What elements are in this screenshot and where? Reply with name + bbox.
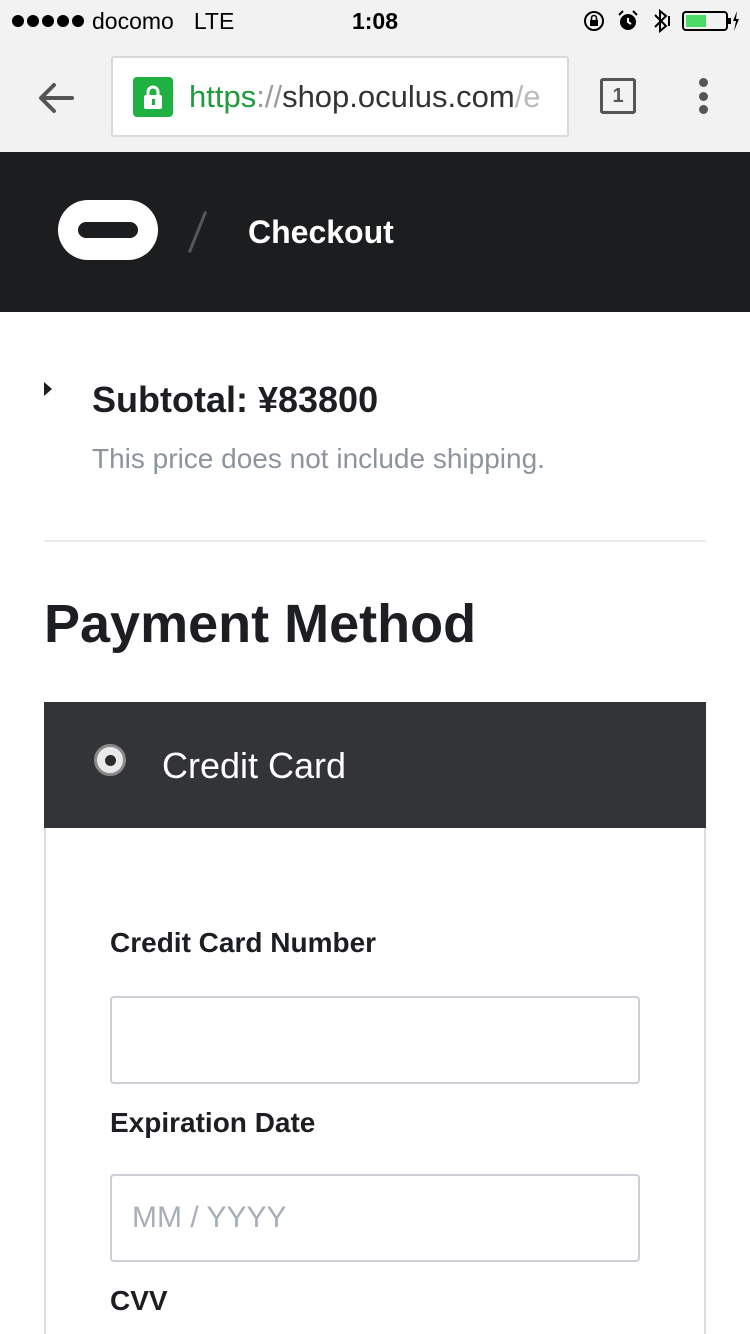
url-text: https://shop.oculus.com/e [189, 79, 541, 115]
oculus-logo[interactable] [58, 200, 158, 260]
expiration-date-input[interactable] [110, 1174, 640, 1262]
address-bar[interactable]: https://shop.oculus.com/e [111, 56, 569, 137]
lock-icon [133, 76, 173, 117]
credit-card-option-label: Credit Card [162, 745, 347, 786]
url-path: /e [514, 78, 541, 114]
expiration-date-label: Expiration Date [110, 1107, 316, 1138]
section-divider [44, 540, 706, 542]
breadcrumb-separator [187, 211, 208, 253]
tab-switcher-button[interactable]: 1 [600, 78, 636, 114]
alarm-icon [618, 10, 638, 30]
credit-card-option[interactable]: Credit Card [44, 702, 706, 828]
payment-method-heading: Payment Method [44, 594, 477, 654]
url-host: shop.oculus.com [282, 78, 515, 114]
page-title: Checkout [248, 214, 394, 250]
overflow-menu-icon[interactable] [694, 78, 712, 114]
expand-summary-icon[interactable] [44, 382, 52, 396]
status-bar-right [582, 6, 740, 36]
subtotal-toggle[interactable]: Subtotal: ¥83800 [92, 378, 378, 422]
browser-toolbar: https://shop.oculus.com/e 1 [0, 40, 750, 152]
site-header: Checkout [0, 152, 750, 312]
credit-card-form: Credit Card Number Expiration Date CVV [44, 828, 706, 1334]
status-bar: docomo LTE 1:08 [0, 0, 750, 40]
url-scheme: https [189, 78, 257, 114]
card-number-label: Credit Card Number [110, 927, 377, 958]
card-number-input[interactable] [110, 996, 640, 1084]
back-arrow-icon [39, 83, 74, 113]
credit-card-radio[interactable] [94, 744, 126, 776]
orientation-lock-icon [584, 11, 604, 31]
back-button[interactable] [34, 76, 78, 120]
url-separator: :// [256, 78, 283, 114]
battery-charging-icon [682, 11, 739, 31]
shipping-note: This price does not include shipping. [92, 443, 545, 474]
cvv-label: CVV [110, 1285, 168, 1316]
bluetooth-icon [654, 8, 670, 34]
